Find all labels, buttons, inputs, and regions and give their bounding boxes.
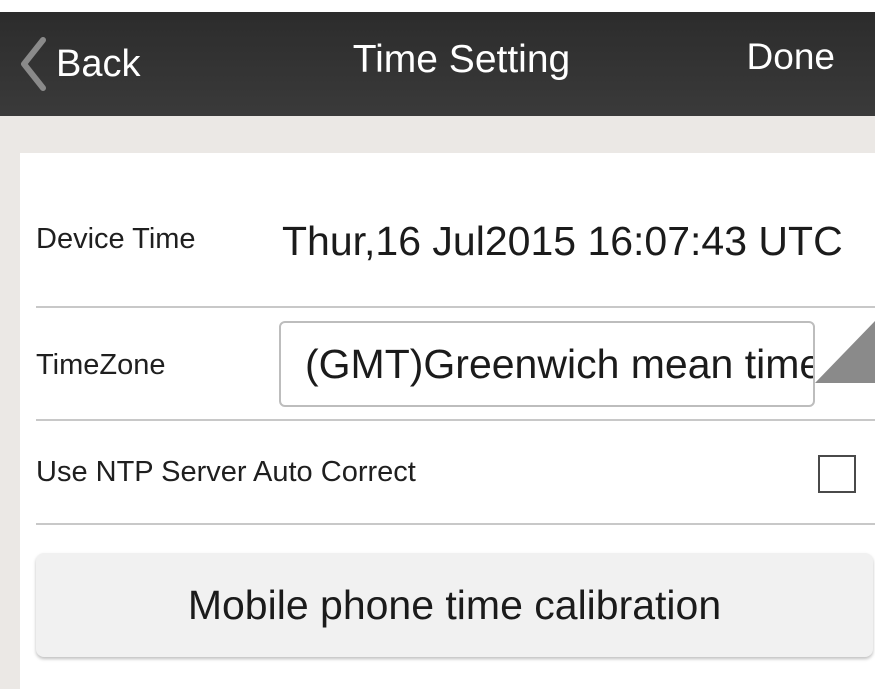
left-margin [0,153,20,689]
timezone-label: TimeZone [36,349,166,381]
timezone-select[interactable]: (GMT)Greenwich mean time [279,321,815,407]
divider [36,419,875,421]
divider [36,306,875,308]
done-button[interactable]: Done [747,36,835,78]
device-time-value: Thur,16 Jul2015 16:07:43 UTC [282,218,843,264]
ntp-checkbox[interactable] [818,455,856,493]
timezone-value: (GMT)Greenwich mean time [305,341,815,387]
nav-header: Back Time Setting Done [0,12,875,116]
device-time-label: Device Time [36,223,196,255]
top-spacer [0,116,875,153]
ntp-label: Use NTP Server Auto Correct [36,456,416,488]
settings-panel: Device Time Thur,16 Jul2015 16:07:43 UTC… [20,153,875,689]
calibration-button[interactable]: Mobile phone time calibration [36,553,873,657]
page-title: Time Setting [352,38,571,81]
divider [36,523,875,525]
dropdown-triangle-icon[interactable] [815,321,875,383]
status-strip [0,0,875,12]
